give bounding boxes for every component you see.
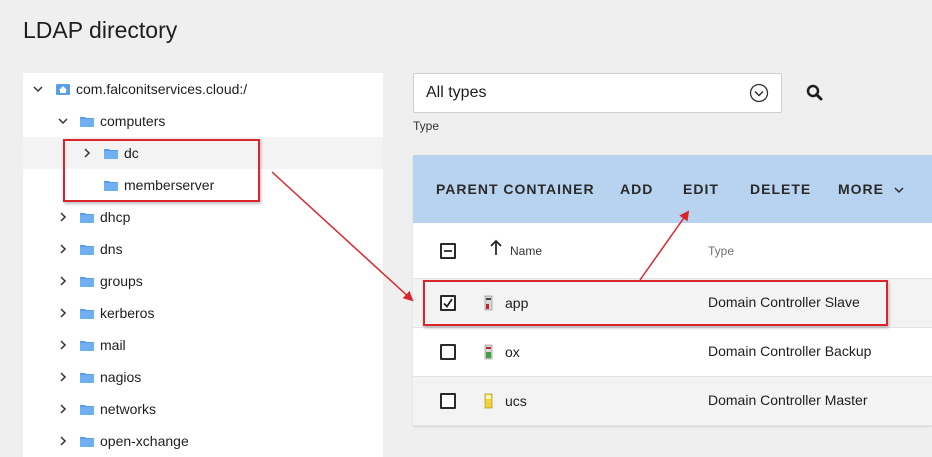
folder-icon [80,340,94,351]
folder-icon [80,372,94,383]
page-title: LDAP directory [23,17,178,43]
chevron-right-icon[interactable] [56,306,70,320]
type-select[interactable]: All types [413,73,782,113]
tree-item-groups[interactable]: groups [23,265,383,297]
folder-icon [80,212,94,223]
tree-item-label: dhcp [100,209,131,225]
tree-item-computers[interactable]: computers [23,105,383,137]
chevron-down-icon[interactable] [56,114,70,128]
parent-container-button[interactable]: PARENT CONTAINER [436,181,595,197]
computer-master-icon [484,393,493,409]
tree-item-label: mail [100,337,126,353]
row-name: ucs [505,393,527,409]
chevron-right-icon[interactable] [56,338,70,352]
tree-item-kerberos[interactable]: kerberos [23,297,383,329]
domain-icon [56,83,70,95]
minus-icon [444,250,452,252]
folder-icon [80,244,94,255]
tree-item-dhcp[interactable]: dhcp [23,201,383,233]
chevron-right-icon[interactable] [56,210,70,224]
ldap-tree: com.falconitservices.cloud:/ computers d… [23,73,383,457]
row-type: Domain Controller Backup [708,343,872,359]
tree-item-label: com.falconitservices.cloud:/ [76,81,248,97]
row-checkbox[interactable] [440,393,456,409]
chevron-down-circle-icon[interactable] [749,83,769,103]
row-checkbox[interactable] [440,344,456,360]
folder-icon [80,308,94,319]
tree-item-root[interactable]: com.falconitservices.cloud:/ [23,73,383,105]
chevron-right-icon[interactable] [56,402,70,416]
computer-backup-icon [484,344,493,360]
column-header-type[interactable]: Type [708,244,734,258]
edit-button[interactable]: EDIT [683,181,719,197]
tree-item-label: networks [100,401,157,417]
row-name: ox [505,344,520,360]
more-button[interactable]: MORE [838,181,884,197]
chevron-right-icon[interactable] [56,242,70,256]
type-caption: Type [413,119,440,133]
grid-header: Name Type [413,223,932,279]
delete-button[interactable]: DELETE [750,181,811,197]
sort-ascending-icon[interactable] [488,239,504,257]
folder-icon [80,116,94,127]
highlight-box-row [423,280,888,326]
folder-icon [80,404,94,415]
chevron-right-icon[interactable] [56,274,70,288]
folder-icon [80,276,94,287]
tree-item-label: nagios [100,369,142,385]
add-button[interactable]: ADD [620,181,653,197]
column-header-name[interactable]: Name [510,244,542,258]
tree-item-open-xchange[interactable]: open-xchange [23,425,383,457]
grid-toolbar: PARENT CONTAINER ADD EDIT DELETE MORE [413,155,932,223]
select-all-checkbox[interactable] [440,243,456,259]
table-row[interactable]: ox Domain Controller Backup [413,328,932,377]
highlight-box-tree [63,139,260,202]
tree-item-nagios[interactable]: nagios [23,361,383,393]
search-icon[interactable] [805,83,825,103]
tree-item-label: kerberos [100,305,155,321]
tree-item-label: groups [100,273,143,289]
tree-item-networks[interactable]: networks [23,393,383,425]
chevron-right-icon[interactable] [56,434,70,448]
tree-item-label: computers [100,113,166,129]
tree-item-label: open-xchange [100,433,189,449]
table-row[interactable]: ucs Domain Controller Master [413,377,932,426]
chevron-right-icon[interactable] [56,370,70,384]
row-type: Domain Controller Master [708,392,868,408]
folder-icon [80,436,94,447]
tree-item-dns[interactable]: dns [23,233,383,265]
type-select-value: All types [426,84,487,101]
tree-item-mail[interactable]: mail [23,329,383,361]
chevron-down-icon[interactable] [894,185,904,195]
chevron-down-icon[interactable] [31,82,45,96]
tree-item-label: dns [100,241,123,257]
